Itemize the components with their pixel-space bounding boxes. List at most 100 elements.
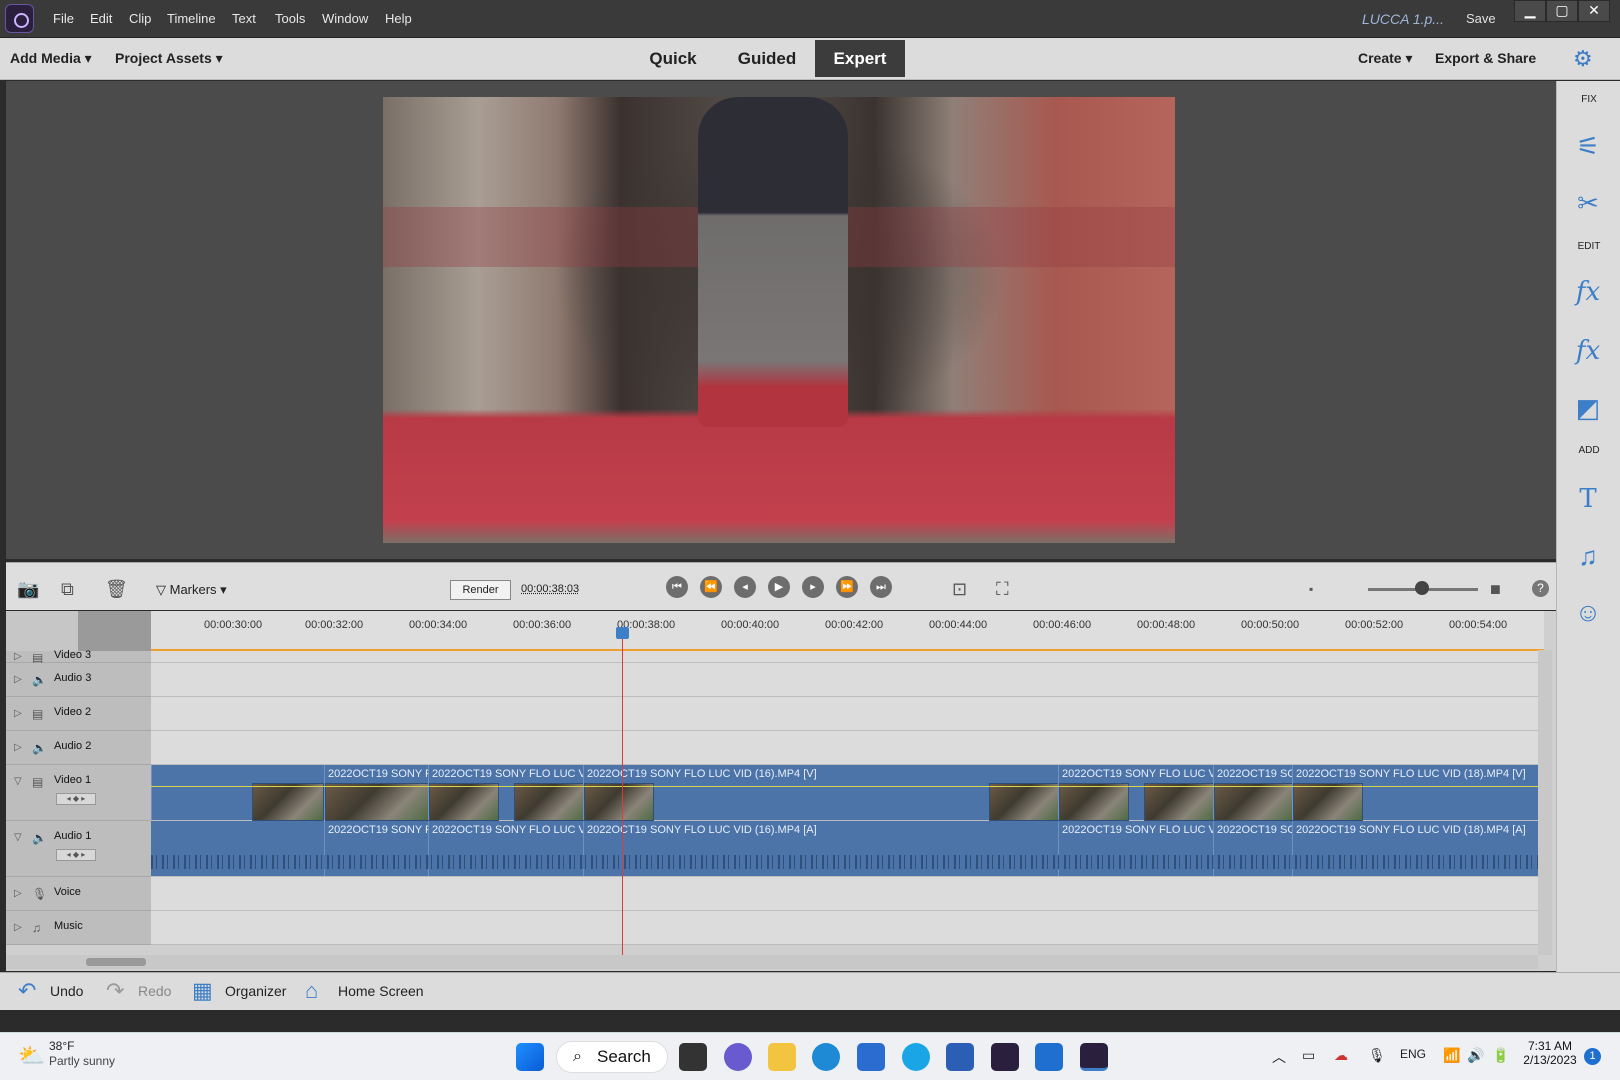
tools-icon[interactable]: ✂ xyxy=(1571,188,1605,218)
store-icon[interactable] xyxy=(857,1043,885,1071)
save-button[interactable]: Save xyxy=(1466,11,1496,26)
help-icon[interactable]: ? xyxy=(1532,580,1549,597)
step-back-icon[interactable]: ◂ xyxy=(734,576,756,598)
track-header-video1[interactable]: ▽ ▤ Video 1 ◂ ◆ ▸ xyxy=(6,765,151,821)
fx-effects-icon[interactable]: fx xyxy=(1571,336,1605,366)
expand-icon[interactable]: ▷ xyxy=(14,708,22,719)
menu-clip[interactable]: Clip xyxy=(129,11,151,26)
play-icon[interactable]: ▶ xyxy=(768,576,790,598)
tray-device-icon[interactable]: ▭ xyxy=(1302,1047,1315,1064)
word-icon[interactable] xyxy=(946,1043,974,1071)
redo-button[interactable]: Redo xyxy=(138,983,171,999)
create-button[interactable]: Create ▾ xyxy=(1358,50,1413,67)
home-screen-button[interactable]: Home Screen xyxy=(338,983,424,999)
zoom-out-icon[interactable]: ▪ xyxy=(1309,582,1313,596)
markers-menu[interactable]: ▽ Markers ▾ xyxy=(156,582,227,598)
tray-mic-icon[interactable]: 🎙 xyxy=(1368,1047,1386,1064)
scrollbar-thumb[interactable] xyxy=(86,958,146,966)
track-header-voice[interactable]: ▷ 🎙 Voice xyxy=(6,877,151,911)
video-clip[interactable]: 2022OCT19 SONY FLO LUC VI xyxy=(1058,765,1219,821)
zoom-in-icon[interactable]: ■ xyxy=(1490,579,1501,600)
render-button[interactable]: Render xyxy=(450,580,511,600)
minimize-button[interactable]: ▁ xyxy=(1514,0,1546,22)
organizer-button[interactable]: Organizer xyxy=(225,983,286,999)
volume-icon[interactable]: 🔊 xyxy=(1467,1047,1484,1064)
menu-help[interactable]: Help xyxy=(385,11,412,26)
menu-file[interactable]: File xyxy=(53,11,74,26)
collapse-icon[interactable]: ▽ xyxy=(14,832,22,843)
skype-icon[interactable] xyxy=(902,1043,930,1071)
file-explorer-icon[interactable] xyxy=(768,1043,796,1071)
maximize-button[interactable]: ▢ xyxy=(1546,0,1578,22)
lane-video1[interactable]: 2022OCT19 SONY F 2022OCT19 SONY FLO LUC … xyxy=(151,765,1544,821)
media-player-icon[interactable] xyxy=(1035,1043,1063,1071)
opacity-line[interactable] xyxy=(151,786,1544,787)
zoom-slider-handle[interactable] xyxy=(1415,581,1429,595)
collapse-icon[interactable]: ▽ xyxy=(14,776,22,787)
lane-voice[interactable] xyxy=(151,877,1544,911)
goto-start-icon[interactable]: ⏮ xyxy=(666,576,688,598)
clock[interactable]: 7:31 AM 2/13/2023 xyxy=(1515,1039,1585,1067)
battery-icon[interactable]: 🔋 xyxy=(1492,1047,1509,1064)
start-icon[interactable] xyxy=(516,1043,544,1071)
lane-audio1[interactable]: 2022OCT19 SONY F 2022OCT19 SONY FLO LUC … xyxy=(151,821,1544,877)
video-preview[interactable] xyxy=(383,97,1175,543)
horizontal-scrollbar[interactable] xyxy=(6,955,1538,969)
notification-badge[interactable]: 1 xyxy=(1584,1048,1601,1065)
menu-text[interactable]: Text xyxy=(232,11,256,26)
language-indicator[interactable]: ENG xyxy=(1400,1047,1426,1061)
close-button[interactable]: ✕ xyxy=(1578,0,1610,22)
expand-icon[interactable]: ▷ xyxy=(14,742,22,753)
home-icon[interactable]: ⌂ xyxy=(305,978,318,1004)
graphics-icon[interactable]: ☺ xyxy=(1571,597,1605,627)
menu-window[interactable]: Window xyxy=(322,11,368,26)
undo-icon[interactable]: ↶ xyxy=(18,978,36,1004)
lane-video2[interactable] xyxy=(151,697,1544,731)
playhead-handle[interactable] xyxy=(616,627,629,639)
vertical-scrollbar[interactable] xyxy=(1538,650,1552,955)
timecode-display[interactable]: 00:00:38:03 xyxy=(521,583,579,595)
add-media-button[interactable]: Add Media ▾ xyxy=(10,50,92,67)
tray-cloud-icon[interactable]: ☁ xyxy=(1334,1047,1348,1064)
edge-icon[interactable] xyxy=(812,1043,840,1071)
organizer-icon[interactable]: ▦ xyxy=(192,978,213,1004)
expand-icon[interactable]: ▷ xyxy=(14,922,22,933)
video-clip[interactable]: 2022OCT19 SO xyxy=(1213,765,1296,821)
task-view-icon[interactable] xyxy=(679,1043,707,1071)
expand-icon[interactable]: ▷ xyxy=(14,674,22,685)
menu-timeline[interactable]: Timeline xyxy=(167,11,216,26)
video-clip[interactable]: 2022OCT19 SONY FLO LUC VI xyxy=(428,765,589,821)
time-ruler[interactable]: 00:00:30:00 00:00:32:00 00:00:34:00 00:0… xyxy=(151,611,1544,651)
music-icon[interactable]: ♫ xyxy=(1571,541,1605,571)
search-box[interactable]: ⌕ Search xyxy=(556,1041,668,1073)
premiere-elements-icon[interactable] xyxy=(991,1043,1019,1071)
transitions-icon[interactable]: ◩ xyxy=(1571,393,1605,423)
fast-forward-icon[interactable]: ⏩ xyxy=(836,576,858,598)
track-header-video3[interactable]: ▷ ▤ Video 3 xyxy=(6,649,151,665)
expand-icon[interactable]: ▷ xyxy=(14,888,22,899)
smart-mix-icon[interactable] xyxy=(78,611,151,651)
mode-expert-tab[interactable]: Expert xyxy=(815,40,905,77)
gear-icon[interactable]: ⚙ xyxy=(1573,46,1593,72)
menu-tools[interactable]: Tools xyxy=(275,11,305,26)
active-app-icon[interactable] xyxy=(1080,1043,1108,1071)
lane-video3[interactable] xyxy=(151,651,1544,663)
lane-music[interactable] xyxy=(151,911,1544,945)
keyframe-nav[interactable]: ◂ ◆ ▸ xyxy=(56,793,96,805)
app-icon[interactable] xyxy=(5,4,34,33)
playhead-line[interactable] xyxy=(622,628,623,960)
goto-end-icon[interactable]: ⏭ xyxy=(870,576,892,598)
camera-icon[interactable]: 📷 xyxy=(17,579,39,600)
export-share-button[interactable]: Export & Share xyxy=(1435,50,1536,66)
video-clip[interactable]: 2022OCT19 SONY FLO LUC VID (16).MP4 [V] xyxy=(583,765,1059,821)
lane-audio3[interactable] xyxy=(151,663,1544,697)
project-assets-button[interactable]: Project Assets ▾ xyxy=(115,50,223,67)
fullscreen-icon[interactable]: ⛶ xyxy=(996,579,1009,600)
video-clip[interactable]: 2022OCT19 SONY F xyxy=(324,765,432,821)
fx-edit-icon[interactable]: fx xyxy=(1571,277,1605,307)
video-clip[interactable]: 2022OCT19 SONY FLO LUC VID (18).MP4 [V] xyxy=(1292,765,1544,821)
track-header-audio2[interactable]: ▷ 🔈 Audio 2 xyxy=(6,731,151,765)
weather-widget[interactable]: ⛅ 38°F Partly sunny xyxy=(18,1039,128,1075)
tray-chevron-icon[interactable]: ︿ xyxy=(1272,1047,1286,1067)
wifi-icon[interactable]: 📶 xyxy=(1443,1047,1460,1064)
